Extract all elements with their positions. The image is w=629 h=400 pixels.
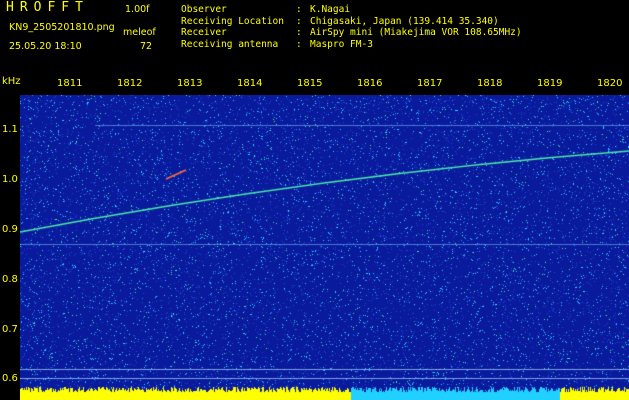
info-key: Receiver: [181, 27, 227, 38]
time-tick: 1811: [57, 78, 83, 89]
time-axis: 1811 1812 1813 1814 1815 1816 1817 1818 …: [0, 75, 629, 95]
time-tick: 1818: [477, 78, 503, 89]
info-row-location: Receiving Location: Chigasaki, Japan (139…: [181, 15, 499, 27]
info-key: Observer: [181, 4, 227, 15]
time-tick: 1819: [537, 78, 563, 89]
time-tick: 1816: [357, 78, 383, 89]
time-tick: 1814: [237, 78, 263, 89]
info-row-antenna: Receiving antenna: Maspro FM-3: [181, 38, 373, 50]
info-value: K.Nagai: [310, 4, 351, 15]
time-tick: 1813: [177, 78, 203, 89]
info-key: Receiving antenna: [181, 38, 279, 50]
info-row-receiver: Receiver: AirSpy mini (Miakejima VOR 108.…: [181, 27, 522, 38]
observation-info: Observer: K.Nagai Receiving Location: Chig…: [181, 4, 522, 50]
freq-tick: 0.8: [2, 274, 18, 285]
datetime-label: 25.05.20 18:10: [9, 41, 82, 52]
freq-tick: 0.9: [2, 224, 18, 235]
spectrogram-waterfall: [20, 95, 629, 400]
header: HROFFT 1.00f KN9_2505201810.png meleof 2…: [0, 0, 629, 75]
info-value: Chigasaki, Japan (139.414 35.340): [310, 15, 499, 27]
time-tick: 1815: [297, 78, 323, 89]
info-value: AirSpy mini (Miakejima VOR 108.65MHz): [310, 27, 522, 38]
mode-label: meleof: [123, 27, 156, 38]
freq-tick: 1.1: [2, 124, 18, 135]
app-brand: HROFFT: [6, 0, 89, 15]
time-tick: 1812: [117, 78, 143, 89]
y-axis-unit: kHz: [2, 76, 21, 87]
info-row-observer: Observer: K.Nagai: [181, 4, 351, 15]
freq-tick: 0.6: [2, 373, 18, 384]
mode-value: 72: [140, 41, 153, 52]
freq-tick: 0.7: [2, 324, 18, 335]
freq-tick: 1.0: [2, 174, 18, 185]
time-tick: 1820: [597, 78, 623, 89]
filename-label: KN9_2505201810.png: [9, 22, 115, 33]
info-key: Receiving Location: [181, 15, 284, 27]
version-label: 1.00f: [125, 4, 150, 15]
info-value: Maspro FM-3: [310, 38, 373, 50]
time-tick: 1817: [417, 78, 443, 89]
